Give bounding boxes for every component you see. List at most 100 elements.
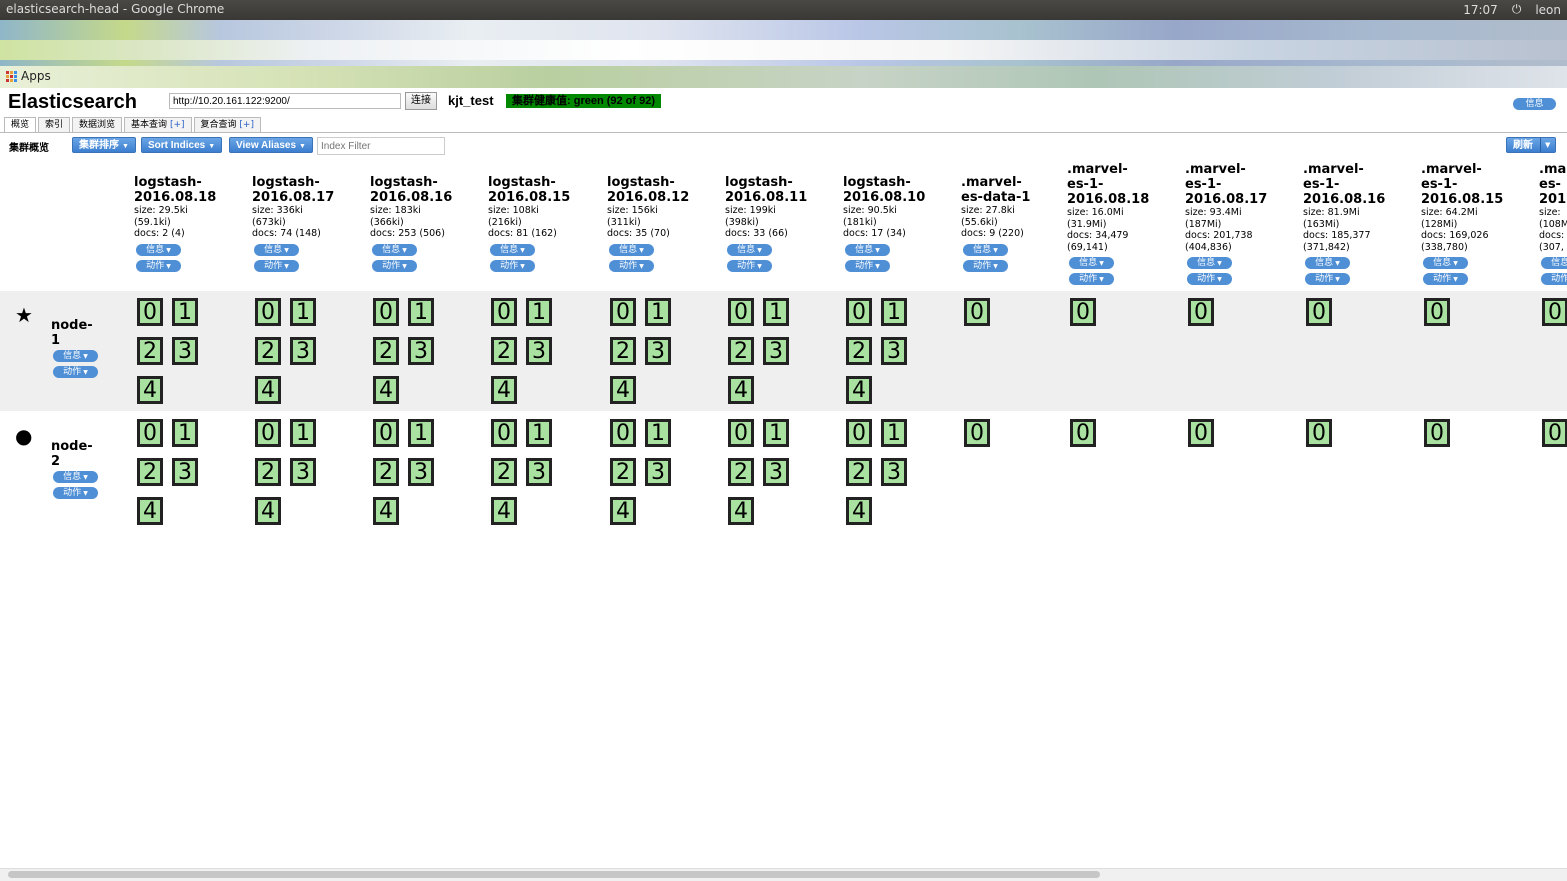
shard-0[interactable]: 0 [1542,419,1567,447]
shard-2[interactable]: 2 [610,458,636,486]
shard-0[interactable]: 0 [728,419,754,447]
action-menu-button[interactable]: 动作▼ [254,259,299,272]
shard-0[interactable]: 0 [964,298,990,326]
shard-3[interactable]: 3 [172,337,198,365]
shard-2[interactable]: 2 [137,337,163,365]
action-menu-button[interactable]: 动作▼ [1423,273,1468,285]
shard-2[interactable]: 2 [846,337,872,365]
action-menu-button[interactable]: 动作▼ [963,259,1008,272]
tab-3[interactable]: 基本查询 [+] [124,117,192,133]
shard-0[interactable]: 0 [1188,298,1214,326]
action-menu-button[interactable]: 动作▼ [727,259,772,272]
shard-3[interactable]: 3 [408,337,434,365]
info-menu-button[interactable]: 信息▼ [1305,257,1350,269]
info-menu-button[interactable]: 信息▼ [1069,257,1114,269]
shard-0[interactable]: 0 [1070,419,1096,447]
info-menu-button[interactable]: 信息▼ [53,471,98,483]
shard-1[interactable]: 1 [408,419,434,447]
shard-1[interactable]: 1 [645,298,671,326]
shard-2[interactable]: 2 [255,337,281,365]
shard-1[interactable]: 1 [172,419,198,447]
info-menu-button[interactable]: 信息▼ [372,243,417,256]
action-menu-button[interactable]: 动作▼ [53,487,98,499]
info-menu-button[interactable]: 信息▼ [1423,257,1468,269]
shard-2[interactable]: 2 [255,458,281,486]
shard-0[interactable]: 0 [846,419,872,447]
cluster-url-input[interactable] [169,93,401,109]
shard-4[interactable]: 4 [846,497,872,525]
shard-4[interactable]: 4 [728,376,754,404]
shard-1[interactable]: 1 [763,419,789,447]
shard-0[interactable]: 0 [1188,419,1214,447]
connect-button[interactable]: 连接 [405,92,437,110]
info-menu-button[interactable]: 信息▼ [963,243,1008,256]
shard-3[interactable]: 3 [526,337,552,365]
info-menu-button[interactable]: 信息▼ [845,243,890,256]
info-menu-button[interactable]: 信息▼ [53,350,98,362]
shard-1[interactable]: 1 [290,298,316,326]
shard-0[interactable]: 0 [1306,419,1332,447]
shard-3[interactable]: 3 [645,337,671,365]
shard-4[interactable]: 4 [491,376,517,404]
action-menu-button[interactable]: 动作▼ [1069,273,1114,285]
info-menu-button[interactable]: 信息▼ [609,243,654,256]
info-menu-button[interactable]: 信息▼ [490,243,535,256]
shard-0[interactable]: 0 [491,419,517,447]
shard-1[interactable]: 1 [526,419,552,447]
tab-1[interactable]: 索引 [38,117,71,133]
shard-0[interactable]: 0 [846,298,872,326]
shard-3[interactable]: 3 [881,337,907,365]
shard-2[interactable]: 2 [373,337,399,365]
shard-1[interactable]: 1 [290,419,316,447]
shard-0[interactable]: 0 [373,298,399,326]
info-menu-button[interactable]: 信息▼ [136,243,181,256]
action-menu-button[interactable]: 动作▼ [1541,273,1567,285]
shard-0[interactable]: 0 [1424,419,1450,447]
shard-0[interactable]: 0 [1070,298,1096,326]
shard-4[interactable]: 4 [846,376,872,404]
shard-4[interactable]: 4 [137,497,163,525]
shard-4[interactable]: 4 [373,376,399,404]
cluster-sort-button[interactable]: 集群排序 ▼ [72,137,136,153]
shard-0[interactable]: 0 [1424,298,1450,326]
shard-4[interactable]: 4 [137,376,163,404]
tab-0[interactable]: 概览 [4,117,37,133]
shard-3[interactable]: 3 [763,337,789,365]
shard-3[interactable]: 3 [290,337,316,365]
info-menu-button[interactable]: 信息▼ [1541,257,1567,269]
shard-0[interactable]: 0 [373,419,399,447]
shard-1[interactable]: 1 [645,419,671,447]
shard-0[interactable]: 0 [728,298,754,326]
shard-2[interactable]: 2 [373,458,399,486]
shard-0[interactable]: 0 [610,419,636,447]
power-icon[interactable]: ⏻ [1512,2,1522,17]
shard-4[interactable]: 4 [728,497,754,525]
shard-3[interactable]: 3 [881,458,907,486]
shard-4[interactable]: 4 [610,497,636,525]
shard-0[interactable]: 0 [255,419,281,447]
shard-3[interactable]: 3 [290,458,316,486]
action-menu-button[interactable]: 动作▼ [845,259,890,272]
action-menu-button[interactable]: 动作▼ [609,259,654,272]
tab-add-query[interactable]: [+] [170,120,185,130]
horizontal-scrollbar[interactable] [0,868,1567,881]
shard-0[interactable]: 0 [1306,298,1332,326]
shard-4[interactable]: 4 [373,497,399,525]
shard-4[interactable]: 4 [255,497,281,525]
shard-0[interactable]: 0 [1542,298,1567,326]
shard-2[interactable]: 2 [491,458,517,486]
shard-2[interactable]: 2 [491,337,517,365]
tab-2[interactable]: 数据浏览 [72,117,123,133]
shard-3[interactable]: 3 [763,458,789,486]
tab-add-query[interactable]: [+] [239,120,254,130]
shard-4[interactable]: 4 [491,497,517,525]
header-info-button[interactable]: 信息 [1513,98,1556,110]
shard-0[interactable]: 0 [137,298,163,326]
shard-0[interactable]: 0 [491,298,517,326]
action-menu-button[interactable]: 动作▼ [136,259,181,272]
shard-1[interactable]: 1 [881,298,907,326]
apps-shortcut[interactable]: Apps [6,69,51,83]
shard-2[interactable]: 2 [728,337,754,365]
shard-1[interactable]: 1 [408,298,434,326]
info-menu-button[interactable]: 信息▼ [1187,257,1232,269]
